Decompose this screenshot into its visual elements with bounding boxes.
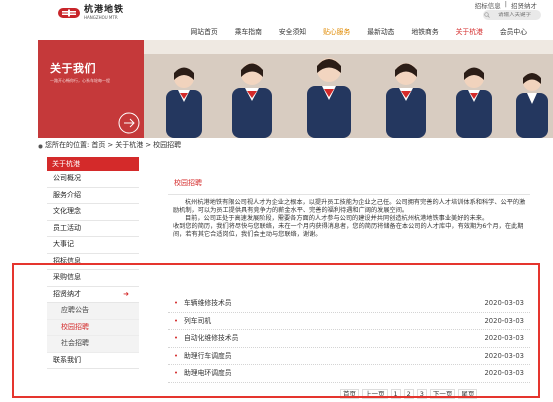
sidebar-item-milestones[interactable]: 大事记 [47,237,139,254]
breadcrumb-separator: > [107,141,114,149]
nav-member[interactable]: 会员中心 [491,26,535,36]
logo-en-text: HANGZHOU MTR [84,15,118,20]
job-title[interactable]: 助理行车调度员 [168,348,232,365]
top-link-recruit[interactable]: 招贤纳才 [511,0,537,10]
job-date: 2020-03-03 [484,334,524,342]
breadcrumb-separator: > [145,141,152,149]
banner-subtitle: 一路开心畅你行，心系车轮每一程 [50,78,110,83]
breadcrumb-prefix: 您所在的位置: [45,141,90,149]
pager-next[interactable]: 下一页 [429,389,456,399]
main-nav: 网站首页 乘车指南 安全须知 贴心服务 最新动态 地铁商务 关于杭港 会员中心 [182,26,536,36]
sidebar-item-overview[interactable]: 公司概况 [47,171,139,188]
sidebar-item-culture[interactable]: 文化理念 [47,204,139,221]
breadcrumb-home[interactable]: 首页 [91,140,105,150]
logo[interactable]: 杭港地铁 HANGZHOU MTR [58,6,124,20]
location-icon [38,143,43,148]
top-links: 招标信息 | 招贤纳才 [475,0,537,10]
nav-business[interactable]: 地铁商务 [403,26,447,36]
pager-page-2[interactable]: 2 [403,389,414,399]
intro-paragraph: 杭州杭港地铁有限公司视人才为企业之根本，以提升员工技能为企业之己任。公司拥有完善… [173,199,526,214]
job-date: 2020-03-03 [484,369,524,377]
intro-text: 杭州杭港地铁有限公司视人才为企业之根本，以提升员工技能为企业之己任。公司拥有完善… [168,199,530,239]
job-date: 2020-03-03 [484,351,524,360]
job-title[interactable]: 自动化维修技术员 [168,330,238,347]
page-title: 校园招聘 [174,179,202,187]
pager-first[interactable]: 首页 [340,389,359,399]
arrow-right-icon[interactable] [118,112,140,134]
main-content: 校园招聘 杭州杭港地铁有限公司视人才为企业之根本，以提升员工技能为企业之己任。公… [168,158,530,239]
pagination: 首页 上一页 1 2 3 下一页 尾页 [340,389,478,399]
nav-home[interactable]: 网站首页 [182,26,226,36]
sidebar-item-service[interactable]: 服务介绍 [47,188,139,204]
pager-prev[interactable]: 上一页 [362,389,388,399]
sidebar-item-tender[interactable]: 招标信息 [47,254,139,270]
sidebar-sub-campus[interactable]: 校园招聘 [47,319,139,336]
banner-text-panel: 关于我们 一路开心畅你行，心系车轮每一程 [38,40,144,138]
list-item[interactable]: 自动化维修技术员 2020-03-03 [168,330,530,348]
banner: 关于我们 一路开心畅你行，心系车轮每一程 [38,40,553,138]
top-header: 杭港地铁 HANGZHOU MTR 招标信息 | 招贤纳才 网站首页 乘车指南 … [0,0,553,40]
nav-service[interactable]: 贴心服务 [315,26,359,36]
arrow-right-icon: ➜ [123,289,129,298]
nav-safety[interactable]: 安全须知 [270,26,314,36]
intro-paragraph: 目前，公司正处于高速发展阶段，需要各方面的人才参与公司的建设并共同创造杭州杭港地… [185,215,489,222]
job-title[interactable]: 助理电环调度员 [168,365,232,382]
breadcrumb: 您所在的位置: 首页 > 关于杭港 > 校园招聘 [38,140,181,150]
logo-cn-text: 杭港地铁 [84,5,125,15]
pager-page-3[interactable]: 3 [416,389,427,399]
sidebar-item-procurement[interactable]: 采购信息 [47,270,139,287]
nav-travel-guide[interactable]: 乘车指南 [226,26,270,36]
job-list: 车辆维修技术员 2020-03-03 列车司机 2020-03-03 自动化维修… [168,295,530,383]
intro-paragraph: 收到您的简历，我们将尽快与您联络，未在一个月内获得消息者，您的简历将储备在本公司… [173,223,524,238]
job-date: 2020-03-03 [484,316,524,325]
pager-last[interactable]: 尾页 [458,389,478,399]
sidebar-item-contact[interactable]: 联系我们 [47,353,139,369]
top-link-separator: | [504,0,507,8]
staff-photo [144,40,553,138]
divider [168,194,530,195]
banner-title: 关于我们 [50,62,96,75]
sidebar: 关于杭港 公司概况 服务介绍 文化理念 员工活动 大事记 招标信息 采购信息 招… [47,157,139,369]
list-item[interactable]: 助理行车调度员 2020-03-03 [168,348,530,365]
sidebar-item-activities[interactable]: 员工活动 [47,221,139,237]
job-title[interactable]: 车辆维修技术员 [168,295,232,312]
nav-about[interactable]: 关于杭港 [447,26,491,36]
sidebar-sub-social[interactable]: 社会招聘 [47,336,139,353]
nav-news[interactable]: 最新动态 [359,26,403,36]
breadcrumb-current: 校园招聘 [153,141,182,149]
top-link-tender[interactable]: 招标信息 [475,0,501,10]
search-box [483,10,544,20]
search-input[interactable] [490,12,544,18]
breadcrumb-about[interactable]: 关于杭港 [115,140,143,150]
list-item[interactable]: 助理电环调度员 2020-03-03 [168,365,530,383]
sidebar-item-recruit[interactable]: 招贤纳才 ➜ [47,287,139,303]
job-title[interactable]: 列车司机 [168,313,211,330]
sidebar-head: 关于杭港 [47,157,139,171]
pager-page-1[interactable]: 1 [390,389,401,399]
list-item[interactable]: 车辆维修技术员 2020-03-03 [168,295,530,313]
logo-icon [58,6,80,20]
list-item[interactable]: 列车司机 2020-03-03 [168,313,530,330]
sidebar-item-label: 招贤纳才 [53,289,81,298]
job-date: 2020-03-03 [484,299,524,307]
sidebar-sub-announcement[interactable]: 应聘公告 [47,303,139,320]
